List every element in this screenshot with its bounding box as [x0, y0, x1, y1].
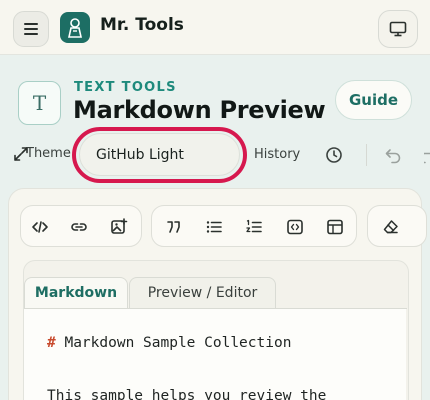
redo-icon[interactable] — [424, 146, 430, 164]
menu-button[interactable] — [13, 11, 49, 47]
undo-icon[interactable] — [384, 146, 402, 164]
clear-formatting-button[interactable] — [380, 216, 402, 238]
theme-label: Theme — [26, 146, 71, 161]
editor-line-2: This sample helps you review the — [47, 388, 327, 400]
table-icon — [327, 219, 343, 235]
numbered-list-button[interactable] — [243, 216, 265, 238]
monitor-icon — [389, 21, 407, 37]
link-button[interactable] — [68, 216, 90, 238]
tab-markdown[interactable]: Markdown — [24, 277, 128, 308]
display-mode-button[interactable] — [378, 10, 418, 48]
history-label[interactable]: History — [254, 147, 300, 162]
markdown-editor[interactable] — [24, 309, 406, 400]
code-block-button[interactable] — [284, 216, 306, 238]
image-button[interactable] — [108, 216, 130, 238]
theme-select[interactable]: GitHub Light — [79, 133, 240, 176]
bullet-list-button[interactable] — [203, 216, 225, 238]
numbered-list-icon — [246, 219, 262, 233]
toolbar-divider — [366, 144, 367, 166]
clock-icon[interactable] — [325, 146, 343, 164]
heading-marker: # — [47, 335, 56, 351]
image-plus-icon — [111, 218, 128, 234]
eraser-icon — [383, 220, 398, 234]
link-icon — [71, 223, 87, 231]
toolbar-group-blocks — [151, 205, 357, 247]
code-button[interactable] — [29, 216, 51, 238]
brand-name[interactable]: Mr. Tools — [100, 15, 184, 35]
guide-button[interactable]: Guide — [335, 80, 412, 120]
code-icon — [32, 221, 48, 233]
quote-icon — [167, 221, 180, 233]
toolbar-group-clear — [367, 205, 427, 247]
quote-button[interactable] — [163, 216, 185, 238]
figure-icon — [68, 17, 82, 38]
tab-preview-editor[interactable]: Preview / Editor — [129, 277, 276, 308]
tool-category: TEXT TOOLS — [74, 80, 177, 95]
table-button[interactable] — [324, 216, 346, 238]
toolbar-group-insert — [20, 205, 142, 247]
editor-line-1: # Markdown Sample Collection — [47, 335, 291, 351]
bullet-list-icon — [206, 221, 222, 233]
code-block-icon — [287, 219, 303, 235]
hamburger-icon — [24, 23, 38, 35]
tool-icon: T — [18, 81, 61, 125]
page-title: Markdown Preview — [73, 96, 326, 124]
brand-logo[interactable] — [60, 12, 90, 43]
editor-line-1-text: Markdown Sample Collection — [55, 335, 292, 351]
